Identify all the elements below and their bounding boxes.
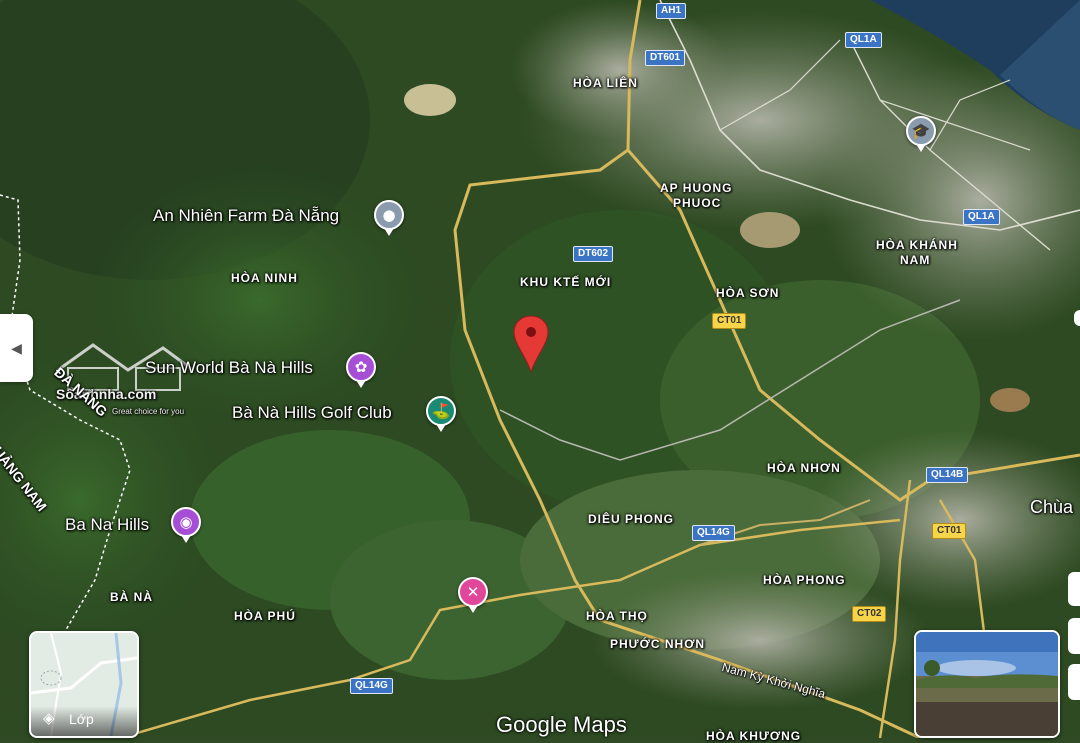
road-shield: QL14G xyxy=(350,678,393,694)
place-label: KHU KTẾ MỚI xyxy=(520,275,612,289)
location-marker-icon[interactable] xyxy=(512,314,550,374)
road-shield: CT02 xyxy=(852,606,887,622)
layers-icon: ◈ xyxy=(43,709,55,727)
road-shield: QL1A xyxy=(963,209,1000,225)
collapse-panel-button[interactable]: ◀ xyxy=(0,314,33,382)
place-label: PHUOC xyxy=(673,196,722,210)
school-icon[interactable]: 🎓 xyxy=(906,116,936,152)
place-label: Chùa xyxy=(1030,497,1074,517)
road-shield: DT601 xyxy=(645,50,686,66)
attraction-icon[interactable]: ✿ xyxy=(346,352,376,388)
chevron-left-icon: ◀ xyxy=(11,339,22,356)
road-shield: QL1A xyxy=(845,32,882,48)
place-label: PHƯỚC NHƠN xyxy=(610,637,706,651)
watermark-tagline: Great choice for you xyxy=(112,407,185,416)
zoom-out-button[interactable] xyxy=(1068,664,1080,700)
golf-icon[interactable]: ⛳ xyxy=(426,396,456,432)
place-label: DIÊU PHONG xyxy=(588,512,675,526)
place-label: HÒA LIÊN xyxy=(573,76,638,90)
place-label: HÒA KHÁNH xyxy=(876,238,958,252)
place-label: NAM xyxy=(900,253,931,267)
place-label: BÀ NÀ xyxy=(110,590,153,604)
place-label: HÒA THỌ xyxy=(586,609,648,623)
map-control-button[interactable] xyxy=(1074,310,1080,326)
road-shield: AH1 xyxy=(656,3,687,19)
poi-label[interactable]: Sun World Bà Nà Hills xyxy=(145,358,313,378)
place-label: AP HUONG xyxy=(660,181,733,195)
poi-label[interactable]: An Nhiên Farm Đà Nẵng xyxy=(153,206,339,226)
place-label: HÒA NINH xyxy=(231,271,298,285)
layers-label: Lớp xyxy=(69,711,94,727)
place-label: HÒA SƠN xyxy=(716,286,780,300)
map-control-button[interactable] xyxy=(1068,572,1080,606)
place-label: HÒA PHÚ xyxy=(234,609,296,623)
road-shield: QL14B xyxy=(926,467,969,483)
location-poi-icon[interactable]: ● xyxy=(374,200,404,236)
road-shield: DT602 xyxy=(573,246,614,262)
road-shield: CT01 xyxy=(932,523,967,539)
poi-label[interactable]: Ba Na Hills xyxy=(65,515,149,535)
street-view-thumbnail[interactable] xyxy=(914,630,1060,738)
google-maps-logo: Google Maps xyxy=(496,712,627,737)
restaurant-icon[interactable]: ✕ xyxy=(458,577,488,613)
camera-icon[interactable]: ◉ xyxy=(171,507,201,543)
road-shield: QL14G xyxy=(692,525,735,541)
road-shield: CT01 xyxy=(712,313,747,329)
place-label: HÒA PHONG xyxy=(763,573,846,587)
place-label: HÒA KHƯƠNG xyxy=(706,729,802,743)
poi-label[interactable]: Bà Nà Hills Golf Club xyxy=(232,403,392,423)
place-label: HÒA NHƠN xyxy=(767,461,841,475)
layers-button[interactable]: ◈ Lớp xyxy=(29,631,139,738)
zoom-in-button[interactable] xyxy=(1068,618,1080,654)
